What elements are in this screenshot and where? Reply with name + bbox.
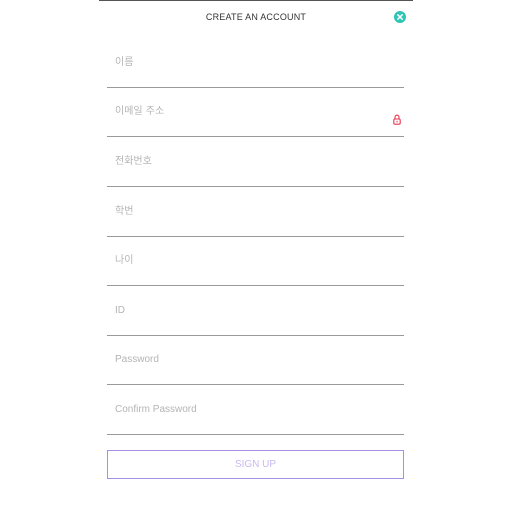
close-button[interactable] [394, 11, 406, 23]
id-field[interactable] [107, 286, 382, 334]
age-field[interactable] [107, 236, 382, 284]
page-title: CREATE AN ACCOUNT [205, 12, 307, 22]
confirm-password-field[interactable] [107, 385, 382, 433]
close-icon [397, 14, 403, 20]
sign-up-button[interactable]: SIGN UP [107, 450, 404, 479]
confirm-password-field-row [107, 385, 404, 435]
password-field-row [107, 335, 404, 385]
age-field-row [107, 236, 404, 286]
student-id-field[interactable] [107, 187, 382, 235]
email-field[interactable] [107, 87, 382, 135]
phone-field[interactable] [107, 137, 382, 185]
name-field-row [107, 38, 404, 88]
email-field-row [107, 87, 404, 137]
name-field[interactable] [107, 38, 382, 86]
lock-icon [393, 114, 401, 125]
form-header: CREATE AN ACCOUNT [99, 1, 413, 33]
student-id-field-row [107, 187, 404, 237]
signup-form: CREATE AN ACCOUNT 이름 이메일 주소 전화번호 학번 나이 I… [99, 1, 413, 512]
password-field[interactable] [107, 335, 382, 383]
phone-field-row [107, 137, 404, 187]
signup-screen: CREATE AN ACCOUNT 이름 이메일 주소 전화번호 학번 나이 I… [0, 0, 512, 512]
id-field-row [107, 286, 404, 336]
